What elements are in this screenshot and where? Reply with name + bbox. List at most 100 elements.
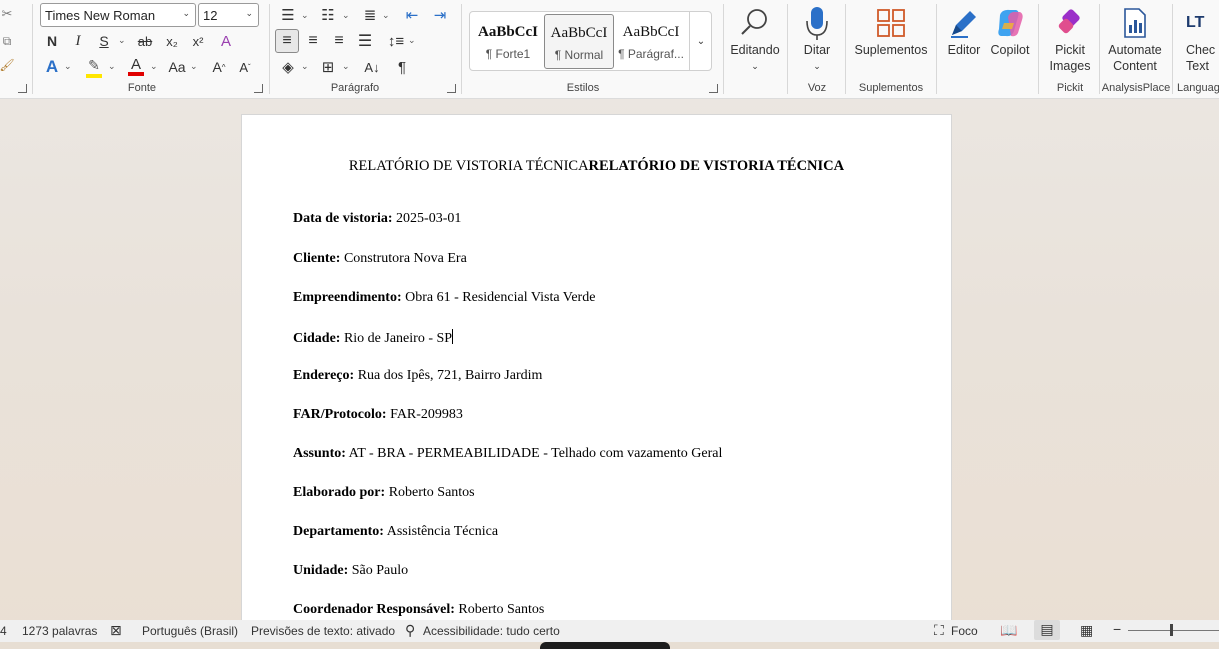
align-left-icon[interactable]: ≡	[275, 29, 299, 53]
highlight-icon[interactable]: ✎	[84, 56, 104, 78]
chevron-down-icon[interactable]: ⌄	[301, 10, 309, 21]
style-normal[interactable]: AaBbCcI ¶ Normal	[544, 14, 614, 69]
text-cursor	[452, 329, 454, 344]
paragraph-group-label: Parágrafo	[330, 82, 380, 94]
shading-icon[interactable]: ◈	[278, 57, 298, 77]
font-size-combo[interactable]: 12 ⌄	[198, 3, 259, 27]
chevron-down-icon[interactable]: ⌄	[301, 61, 309, 72]
align-right-icon[interactable]: ≡	[329, 31, 349, 51]
chevron-down-icon[interactable]: ⌄	[118, 35, 126, 46]
align-center-icon[interactable]: ≡	[303, 31, 323, 51]
increase-indent-icon[interactable]: ⇥	[430, 6, 450, 24]
web-layout-icon[interactable]: ▦	[1080, 622, 1093, 639]
field-endereco[interactable]: Endereço: Rua dos Ipês, 721, Bairro Jard…	[293, 368, 542, 384]
borders-icon[interactable]: ⊞	[318, 57, 338, 77]
zoom-slider-thumb[interactable]	[1170, 624, 1173, 636]
field-assunto[interactable]: Assunto: AT - BRA - PERMEABILIDADE - Tel…	[293, 446, 722, 462]
addins-button[interactable]: Suplementos	[850, 4, 932, 58]
addins-grid-icon	[850, 4, 932, 42]
font-color-swatch	[128, 72, 144, 76]
styles-more-button[interactable]: ⌄	[689, 12, 712, 70]
line-spacing-icon[interactable]: ↕≡	[385, 31, 407, 51]
focus-icon[interactable]: ⛶	[934, 622, 944, 639]
accessibility-icon[interactable]: ⚲	[405, 622, 415, 639]
document-title[interactable]: RELATÓRIO DE VISTORIA TÉCNICARELATÓRIO D…	[242, 158, 951, 175]
chevron-down-icon[interactable]: ⌄	[190, 61, 198, 72]
chevron-down-icon: ⌄	[751, 61, 759, 71]
field-data-vistoria[interactable]: Data de vistoria: 2025-03-01	[293, 211, 461, 227]
read-mode-icon[interactable]: 📖	[1000, 622, 1017, 639]
dictate-button[interactable]: Ditar ⌄	[793, 4, 841, 74]
field-value: Construtora Nova Era	[343, 251, 467, 266]
change-case-button[interactable]: Aa	[166, 57, 188, 77]
copilot-button[interactable]: Copilot	[987, 4, 1033, 58]
multilevel-list-icon[interactable]: ≣	[360, 6, 380, 24]
decrease-indent-icon[interactable]: ⇤	[402, 6, 422, 24]
italic-button[interactable]: I	[68, 31, 88, 51]
bold-button[interactable]: N	[42, 31, 62, 51]
field-empreendimento[interactable]: Empreendimento: Obra 61 - Residencial Vi…	[293, 290, 595, 306]
automate-content-button[interactable]: Automate Content	[1103, 4, 1167, 74]
editor-button[interactable]: Editor	[942, 4, 986, 58]
text-predictions-status[interactable]: Previsões de texto: ativado	[251, 624, 395, 638]
shrink-font-button[interactable]: Aˇ	[236, 57, 254, 77]
field-unidade[interactable]: Unidade: São Paulo	[293, 563, 408, 579]
cut-icon[interactable]: ✂	[0, 6, 14, 22]
copy-icon[interactable]: ⧉	[0, 33, 14, 49]
numbering-icon[interactable]: ☷	[318, 6, 338, 24]
field-label: Coordenador Responsável:	[293, 602, 455, 617]
field-far-protocolo[interactable]: FAR/Protocolo: FAR-209983	[293, 407, 463, 423]
show-paragraph-marks-icon[interactable]: ¶	[392, 57, 412, 77]
bullets-icon[interactable]: ☰	[278, 6, 298, 24]
clear-formatting-icon[interactable]: A	[216, 31, 236, 51]
editing-button[interactable]: Editando ⌄	[727, 4, 783, 74]
chevron-down-icon[interactable]: ⌄	[64, 61, 72, 72]
strikethrough-button[interactable]: ab	[134, 31, 156, 51]
field-cidade[interactable]: Cidade: Rio de Janeiro - SP	[293, 329, 454, 347]
paragraph-launcher-icon[interactable]	[447, 84, 456, 93]
chevron-down-icon[interactable]: ⌄	[408, 35, 416, 46]
focus-button[interactable]: Foco	[951, 624, 978, 638]
superscript-button[interactable]: x²	[188, 31, 208, 51]
zoom-slider-track[interactable]	[1128, 630, 1219, 631]
language-status[interactable]: Português (Brasil)	[142, 624, 238, 638]
grow-font-button[interactable]: A ^	[210, 57, 228, 77]
field-value: Obra 61 - Residencial Vista Verde	[405, 290, 596, 305]
document-page[interactable]: RELATÓRIO DE VISTORIA TÉCNICARELATÓRIO D…	[241, 114, 952, 634]
chevron-down-icon[interactable]: ⌄	[108, 61, 116, 72]
chevron-down-icon[interactable]: ⌄	[342, 10, 350, 21]
field-coordenador[interactable]: Coordenador Responsável: Roberto Santos	[293, 602, 544, 618]
font-family-combo[interactable]: Times New Roman ⌄	[40, 3, 196, 27]
font-launcher-icon[interactable]	[254, 84, 263, 93]
field-value: FAR-209983	[390, 407, 463, 422]
proofing-icon[interactable]: ⊠	[110, 622, 122, 639]
zoom-out-button[interactable]: −	[1113, 621, 1121, 637]
style-paragrafo[interactable]: AaBbCcI ¶ Parágraf...	[616, 14, 686, 69]
pickit-images-button[interactable]: Pickit Images	[1044, 4, 1096, 74]
format-painter-icon[interactable]: 🖌	[0, 57, 15, 73]
field-value: Roberto Santos	[458, 602, 545, 617]
font-color-icon[interactable]: A	[126, 56, 146, 78]
print-layout-icon[interactable]: ▤	[1034, 620, 1060, 640]
subscript-button[interactable]: x₂	[162, 31, 182, 51]
chevron-down-icon[interactable]: ⌄	[342, 61, 350, 72]
text-effects-icon[interactable]: A	[42, 56, 62, 78]
accessibility-status[interactable]: Acessibilidade: tudo certo	[423, 624, 560, 638]
field-label: Unidade:	[293, 563, 349, 578]
styles-launcher-icon[interactable]	[709, 84, 718, 93]
clipboard-launcher-icon[interactable]	[18, 84, 27, 93]
field-departamento[interactable]: Departamento: Assistência Técnica	[293, 524, 498, 540]
addins-group-label: Suplementos	[858, 82, 924, 94]
chevron-down-icon[interactable]: ⌄	[382, 10, 390, 21]
underline-button[interactable]: S	[94, 31, 114, 51]
field-cliente[interactable]: Cliente: Construtora Nova Era	[293, 251, 467, 267]
field-elaborado-por[interactable]: Elaborado por: Roberto Santos	[293, 485, 475, 501]
justify-icon[interactable]: ☰	[355, 31, 375, 51]
taskbar-pill	[540, 642, 670, 649]
check-text-button[interactable]: LT Chec Text	[1186, 4, 1219, 74]
style-forte1[interactable]: AaBbCcI ¶ Forte1	[473, 14, 543, 69]
page-indicator[interactable]: 4	[0, 624, 7, 638]
chevron-down-icon[interactable]: ⌄	[150, 61, 158, 72]
sort-icon[interactable]: A↓	[362, 57, 382, 77]
word-count[interactable]: 1273 palavras	[22, 624, 97, 638]
